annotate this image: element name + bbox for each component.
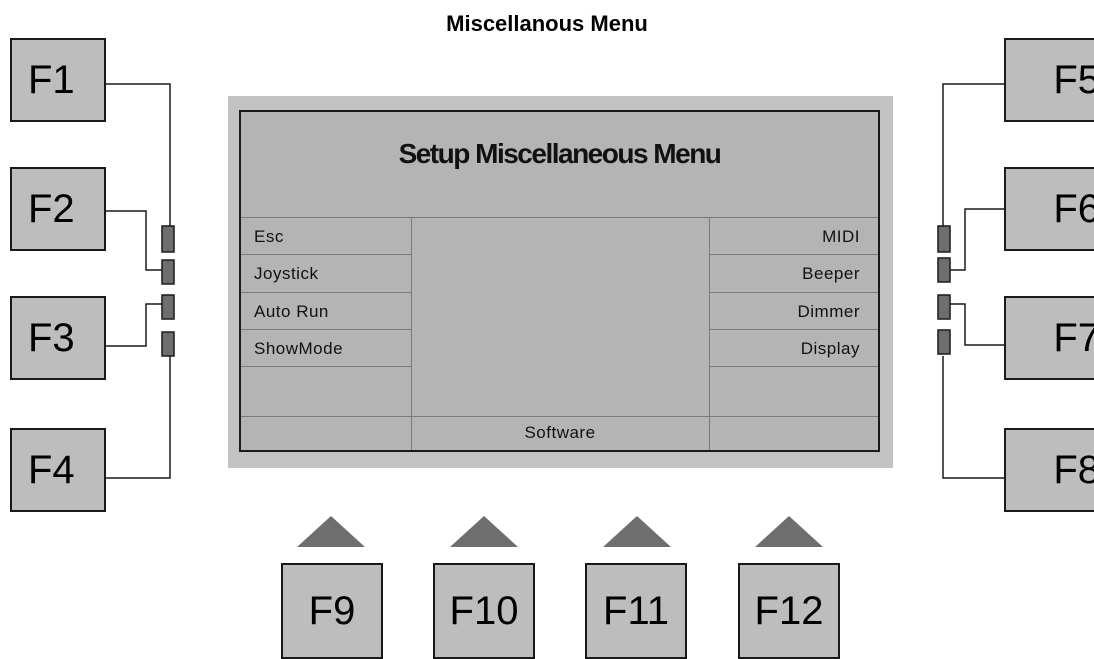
up-arrow-icon	[755, 516, 823, 547]
key-f7[interactable]: F7	[1004, 296, 1094, 380]
key-f2[interactable]: F2	[10, 167, 106, 251]
key-label: F4	[28, 447, 75, 492]
wire-f6	[950, 208, 1004, 271]
connector-pin-4	[161, 331, 175, 357]
connector-pin-2	[161, 259, 175, 285]
display-screen: Setup Miscellaneous Menu Esc Joystick Au…	[239, 110, 880, 452]
connector-pin-1	[161, 225, 175, 253]
key-label: F10	[449, 588, 519, 633]
connector-pin-5	[937, 225, 951, 253]
softkey-label-joystick[interactable]: Joystick	[241, 255, 411, 292]
wire-f8	[942, 356, 1004, 479]
up-arrow-icon	[603, 516, 671, 547]
key-f12[interactable]: F12	[738, 563, 840, 659]
wire-f7	[950, 303, 1004, 346]
key-label: F11	[603, 588, 669, 633]
wire-f2	[106, 210, 162, 271]
connector-pin-8	[937, 329, 951, 355]
softkey-label-esc[interactable]: Esc	[241, 218, 411, 255]
key-label: F6	[1053, 186, 1094, 231]
wire-f3	[106, 303, 162, 347]
connector-pin-6	[937, 257, 951, 283]
up-arrow-icon	[297, 516, 365, 547]
key-label: F5	[1053, 57, 1094, 102]
softkey-label-showmode[interactable]: ShowMode	[241, 330, 411, 367]
key-f4[interactable]: F4	[10, 428, 106, 512]
softkey-label-display[interactable]: Display	[709, 330, 878, 367]
wire-f1	[106, 83, 171, 226]
key-f5[interactable]: F5	[1004, 38, 1094, 122]
softkey-label-dimmer[interactable]: Dimmer	[709, 293, 878, 330]
softkey-label-auto-run[interactable]: Auto Run	[241, 293, 411, 330]
key-f11[interactable]: F11	[585, 563, 687, 659]
key-label: F1	[28, 57, 75, 102]
key-label: F7	[1053, 315, 1094, 360]
key-label: F9	[308, 588, 356, 633]
key-f6[interactable]: F6	[1004, 167, 1094, 251]
key-f9[interactable]: F9	[281, 563, 383, 659]
key-label: F3	[28, 315, 75, 360]
softkey-label-midi[interactable]: MIDI	[709, 218, 878, 255]
softkey-label-software[interactable]: Software	[411, 416, 709, 450]
up-arrow-icon	[450, 516, 518, 547]
key-label: F8	[1053, 447, 1094, 492]
screen-title: Setup Miscellaneous Menu	[398, 138, 722, 169]
key-f1[interactable]: F1	[10, 38, 106, 122]
key-label: F12	[754, 588, 824, 633]
wire-f5	[942, 83, 1006, 226]
wire-f4	[106, 356, 171, 479]
key-f3[interactable]: F3	[10, 296, 106, 380]
key-label: F2	[28, 186, 75, 231]
key-f8[interactable]: F8	[1004, 428, 1094, 512]
softkey-label-beeper[interactable]: Beeper	[709, 255, 878, 292]
connector-pin-3	[161, 294, 175, 320]
connector-pin-7	[937, 294, 951, 320]
key-f10[interactable]: F10	[433, 563, 535, 659]
